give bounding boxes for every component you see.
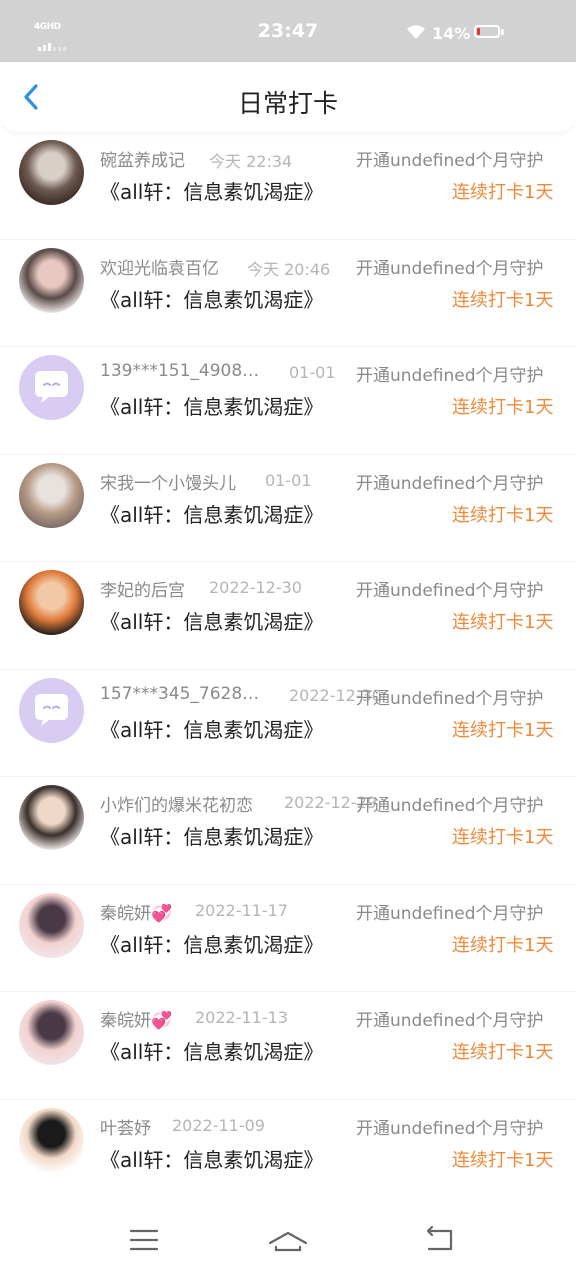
- battery-level: [477, 28, 480, 35]
- checkin-row[interactable]: 碗盆养成记 今天 22:34 开通undefined个月守护《all轩：信息素饥渴症…: [0, 132, 576, 240]
- battery-icon: [474, 25, 500, 38]
- streak-label: 连续打卡1天: [452, 1042, 554, 1063]
- streak-label: 连续打卡1天: [452, 612, 554, 633]
- checkin-time: 今天 20:46: [247, 259, 331, 279]
- checkin-time: 2022-12-30: [209, 578, 302, 597]
- home-button[interactable]: [266, 1218, 310, 1262]
- checkin-row[interactable]: 秦皖妍💞 2022-11-17 开通undefined个月守护《all轩：信息素饥渴…: [0, 885, 576, 992]
- avatar[interactable]: [19, 785, 84, 850]
- guard-status: 开通undefined个月守护: [356, 688, 544, 709]
- menu-button[interactable]: [122, 1218, 166, 1262]
- header: 日常打卡: [0, 62, 576, 132]
- avatar[interactable]: [19, 462, 84, 528]
- checkin-row[interactable]: 小炸们的爆米花初恋 2022-12-29 开通undefined个月守护 《all轩：…: [0, 777, 576, 885]
- checkin-list: 碗盆养成记 今天 22:34 开通undefined个月守护 《all轩：信息素饥渴症…: [0, 132, 576, 1207]
- checkin-row[interactable]: 欢迎光临袁百亿 今天 20:46 开通undefined个月守护《all轩：信息素饥…: [0, 240, 576, 347]
- streak-label: 连续打卡1天: [452, 719, 554, 741]
- book-title: 《all轩：信息素饥渴症》: [100, 395, 324, 419]
- guard-status: 开通undefined个月守护: [356, 151, 544, 171]
- guard-status: 开通undefined个月守护: [356, 796, 544, 816]
- streak-label: 连续打卡1天: [452, 289, 554, 311]
- checkin-row[interactable]: 李妃的后宫 2022-12-30 开通undefined个月守护《all轩：信息素饥…: [0, 562, 576, 670]
- streak-label: 连续打卡1天: [452, 182, 554, 203]
- checkin-row[interactable]: 宋我一个小馒头儿 01-01 开通undefined个月守护《all轩：信息素饥渴症…: [0, 455, 576, 562]
- checkin-time: 01-01: [289, 363, 336, 382]
- checkin-row[interactable]: 139***151_4908… 01-01 开通undefined个月守护《all轩…: [0, 347, 576, 455]
- book-title: 《all轩：信息素饥渴症》: [100, 932, 324, 957]
- avatar[interactable]: [19, 892, 84, 958]
- nickname: 小炸们的爆米花初恋: [100, 796, 253, 816]
- checkin-time: 01-01: [265, 470, 312, 490]
- page-title: 日常打卡: [237, 89, 338, 118]
- avatar[interactable]: [19, 1107, 84, 1173]
- avatar[interactable]: [19, 140, 84, 205]
- checkin-time: 2022-11-13: [195, 1008, 288, 1027]
- book-title: 《all轩：信息素饥渴症》: [100, 825, 324, 849]
- nickname: 李妃的后宫: [100, 581, 185, 601]
- streak-label: 连续打卡1天: [452, 827, 554, 848]
- book-title: 《all轩：信息素饥渴症》: [100, 717, 324, 742]
- battery-tip: [501, 29, 504, 35]
- checkin-time: 2022-11-17: [195, 900, 288, 920]
- avatar[interactable]: [19, 1000, 84, 1065]
- checkin-row[interactable]: 157***345_7628… 2022-12-30 开通undefined个月守护…: [0, 670, 576, 777]
- streak-label: 连续打卡1天: [452, 1149, 554, 1171]
- avatar[interactable]: [19, 247, 84, 313]
- checkin-time: 今天 22:34: [209, 152, 293, 171]
- system-nav-bar: [0, 1196, 576, 1280]
- book-title: 《all轩：信息素饥渴症》: [100, 502, 324, 527]
- menu-icon: [129, 1229, 159, 1251]
- avatar[interactable]: [19, 355, 84, 420]
- book-title: 《all轩：信息素饥渴症》: [100, 1147, 324, 1172]
- nickname: 157***345_7628…: [100, 683, 260, 704]
- checkin-row[interactable]: 秦皖妍💞 2022-11-13 开通undefined个月守护《all轩：信息素饥渴…: [0, 992, 576, 1100]
- avatar[interactable]: [19, 570, 84, 635]
- battery-percent: 14%: [432, 24, 471, 43]
- streak-label: 连续打卡1天: [452, 504, 554, 526]
- book-title: 《all轩：信息素饥渴症》: [100, 610, 324, 634]
- nickname: 秦皖妍💞: [100, 1011, 173, 1031]
- nickname: 宋我一个小馒头儿: [100, 473, 236, 494]
- nickname: 欢迎光临袁百亿: [100, 258, 219, 279]
- nickname: 碗盆养成记: [100, 151, 185, 171]
- checkin-row[interactable]: 叶荟妤 2022-11-09 开通undefined个月守护《all轩：信息素饥渴症…: [0, 1100, 576, 1207]
- home-icon: [268, 1231, 308, 1252]
- status-bar: 4GHD 23:47 14%: [0, 0, 576, 62]
- guard-status: 开通undefined个月守护: [356, 903, 544, 924]
- streak-label: 连续打卡1天: [452, 934, 554, 956]
- nickname: 139***151_4908…: [100, 361, 260, 381]
- guard-status: 开通undefined个月守护: [356, 473, 544, 494]
- book-title: 《all轩：信息素饥渴症》: [100, 180, 324, 204]
- book-title: 《all轩：信息素饥渴症》: [100, 287, 324, 312]
- streak-label: 连续打卡1天: [452, 397, 554, 418]
- guard-status: 开通undefined个月守护: [356, 258, 544, 279]
- chat-bubble-icon: [35, 693, 68, 726]
- back-arrow-icon: [426, 1225, 453, 1251]
- guard-status: 开通undefined个月守护: [356, 581, 544, 601]
- chat-bubble-icon: [35, 371, 68, 403]
- nickname: 叶荟妤: [100, 1118, 151, 1139]
- guard-status: 开通undefined个月守护: [356, 1118, 544, 1139]
- avatar[interactable]: [19, 677, 84, 743]
- guard-status: 开通undefined个月守护: [356, 1011, 544, 1031]
- guard-status: 开通undefined个月守护: [356, 366, 544, 386]
- checkin-time: 2022-11-09: [172, 1115, 265, 1135]
- back-nav-button[interactable]: [418, 1218, 462, 1262]
- book-title: 《all轩：信息素饥渴症》: [100, 1040, 324, 1064]
- wifi-icon: [407, 25, 425, 39]
- nickname: 秦皖妍💞: [100, 903, 173, 924]
